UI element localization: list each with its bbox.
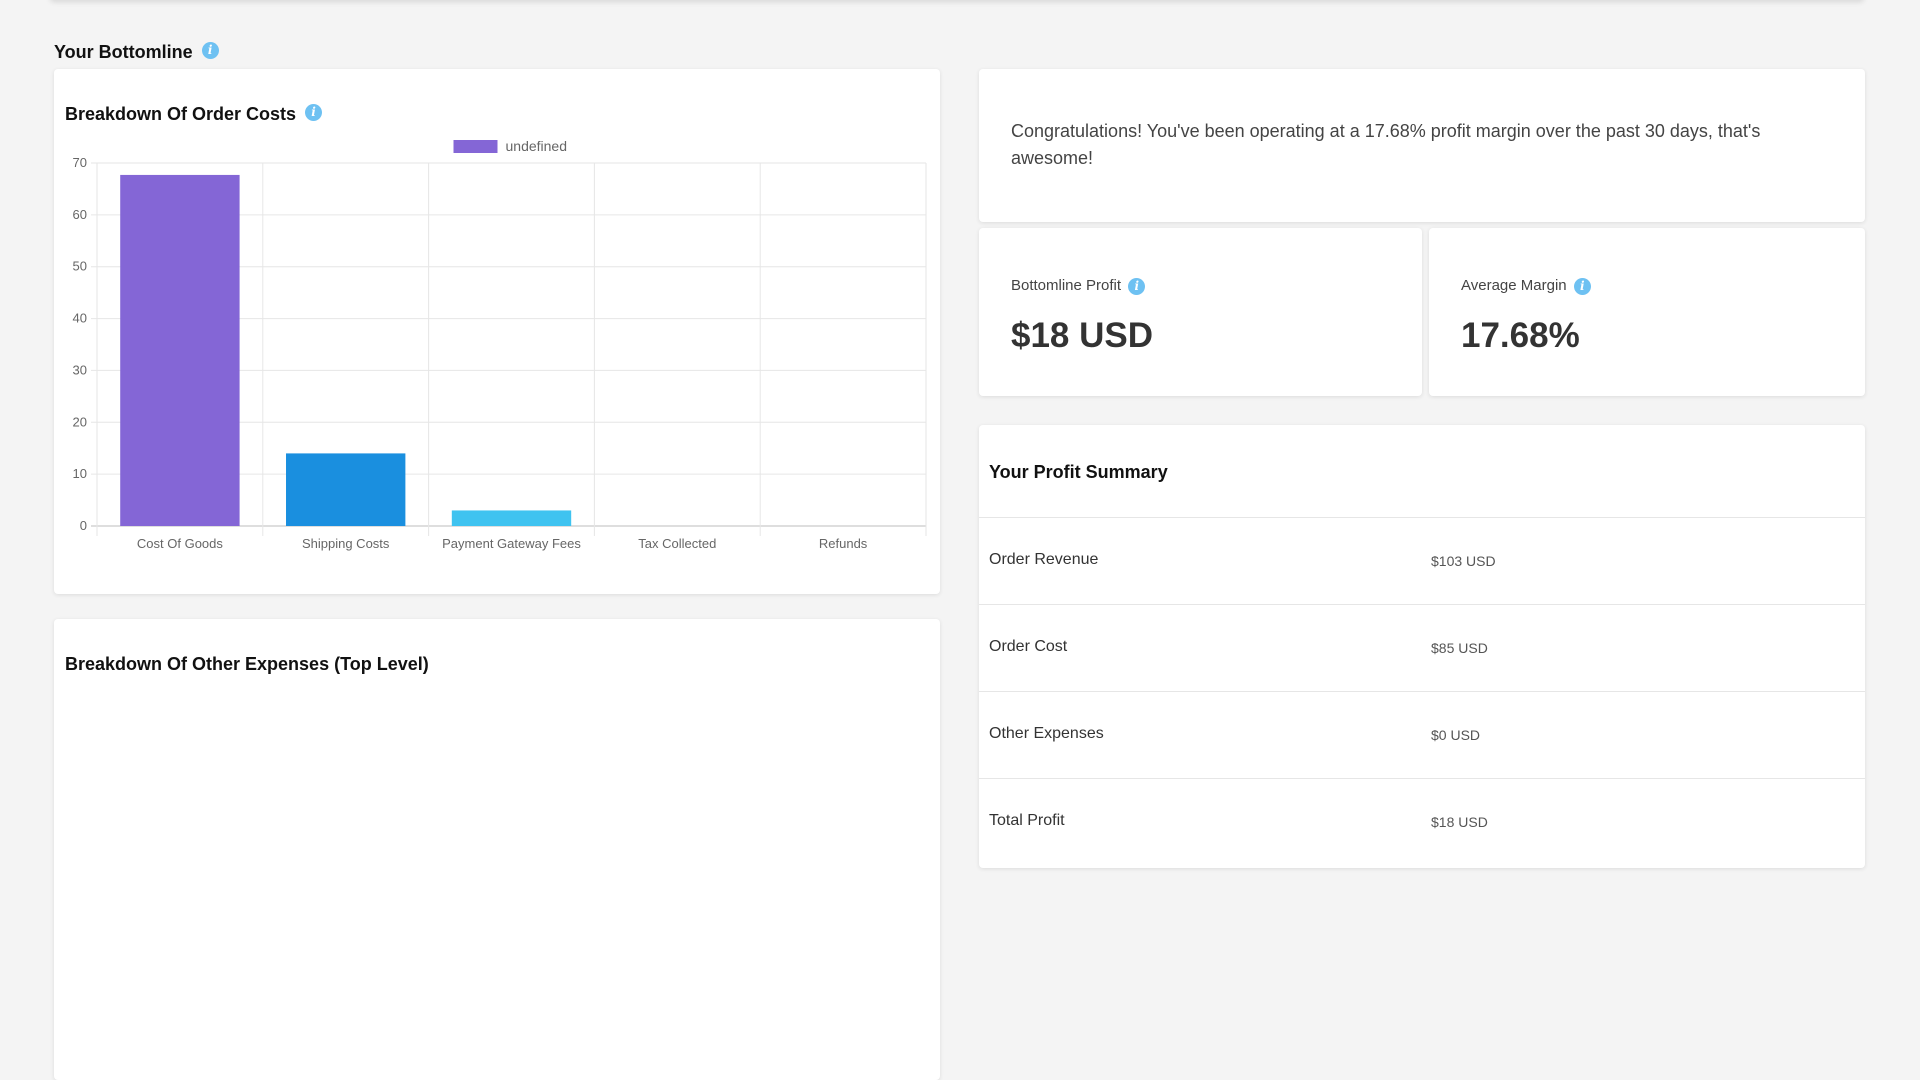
info-icon[interactable]: i bbox=[1573, 277, 1591, 295]
congrats-message: Congratulations! You've been operating a… bbox=[1011, 121, 1761, 168]
legend-label: undefined bbox=[506, 138, 568, 154]
x-tick-label: Tax Collected bbox=[638, 536, 716, 551]
summary-row: Other Expenses $0 USD bbox=[979, 691, 1865, 778]
x-tick-label: Payment Gateway Fees bbox=[442, 536, 581, 551]
info-icon[interactable]: i bbox=[201, 41, 219, 59]
y-tick-label: 60 bbox=[73, 207, 87, 222]
section-title-text: Your Bottomline bbox=[54, 42, 193, 62]
y-tick-label: 40 bbox=[73, 311, 87, 326]
average-margin-value: 17.68% bbox=[1461, 316, 1580, 355]
y-tick-label: 50 bbox=[73, 259, 87, 274]
summary-row-label: Order Revenue bbox=[989, 551, 1099, 568]
x-tick-label: Shipping Costs bbox=[302, 536, 390, 551]
order-costs-bar-chart: 0 10 20 30 40 50 60 70 Cost Of Goods Shipping Cos… bbox=[73, 138, 927, 551]
bar bbox=[451, 510, 572, 526]
y-tick-label: 10 bbox=[73, 466, 87, 481]
y-tick-label: 30 bbox=[73, 362, 87, 377]
summary-row-value: $18 USD bbox=[1431, 814, 1488, 830]
y-tick-label: 70 bbox=[73, 155, 87, 170]
bottomline-profit-label-text: Bottomline Profit bbox=[1011, 277, 1122, 294]
average-margin-label: Average Margin i bbox=[1461, 277, 1591, 295]
x-tick-label: Refunds bbox=[819, 536, 868, 551]
summary-row: Order Cost $85 USD bbox=[979, 604, 1865, 691]
summary-row-value: $0 USD bbox=[1431, 727, 1481, 743]
other-expenses-title: Breakdown Of Other Expenses (Top Level) bbox=[65, 654, 429, 674]
y-tick-label: 0 bbox=[80, 518, 87, 533]
order-costs-card: Breakdown Of Order Costs i 0 10 20 30 40 50 60… bbox=[54, 69, 940, 594]
bar bbox=[286, 453, 406, 526]
bottomline-profit-value: $18 USD bbox=[1011, 316, 1154, 355]
profit-summary-title: Your Profit Summary bbox=[989, 462, 1168, 482]
info-icon[interactable]: i bbox=[1128, 277, 1146, 295]
bar bbox=[120, 174, 240, 527]
congrats-card: Congratulations! You've been operating a… bbox=[979, 69, 1865, 222]
summary-row-value: $85 USD bbox=[1431, 640, 1488, 656]
average-margin-label-text: Average Margin bbox=[1461, 277, 1567, 294]
summary-row: Order Revenue $103 USD bbox=[979, 517, 1865, 604]
section-title: Your Bottomline i bbox=[54, 41, 219, 63]
other-expenses-card: Breakdown Of Other Expenses (Top Level) bbox=[54, 619, 940, 1080]
summary-row: Total Profit $18 USD bbox=[979, 778, 1865, 865]
summary-row-label: Order Cost bbox=[989, 638, 1068, 655]
summary-row-label: Other Expenses bbox=[989, 725, 1104, 742]
x-tick-label: Cost Of Goods bbox=[137, 536, 223, 551]
summary-row-label: Total Profit bbox=[989, 812, 1065, 829]
summary-row-value: $103 USD bbox=[1431, 553, 1496, 569]
legend-swatch bbox=[453, 140, 498, 153]
bottomline-profit-label: Bottomline Profit i bbox=[1011, 277, 1146, 295]
y-tick-label: 20 bbox=[73, 414, 87, 429]
bottomline-profit-card: Bottomline Profit i $18 USD bbox=[979, 228, 1422, 396]
average-margin-card: Average Margin i 17.68% bbox=[1429, 228, 1865, 396]
profit-summary-card: Your Profit Summary Order Revenue $103 U… bbox=[979, 425, 1865, 868]
